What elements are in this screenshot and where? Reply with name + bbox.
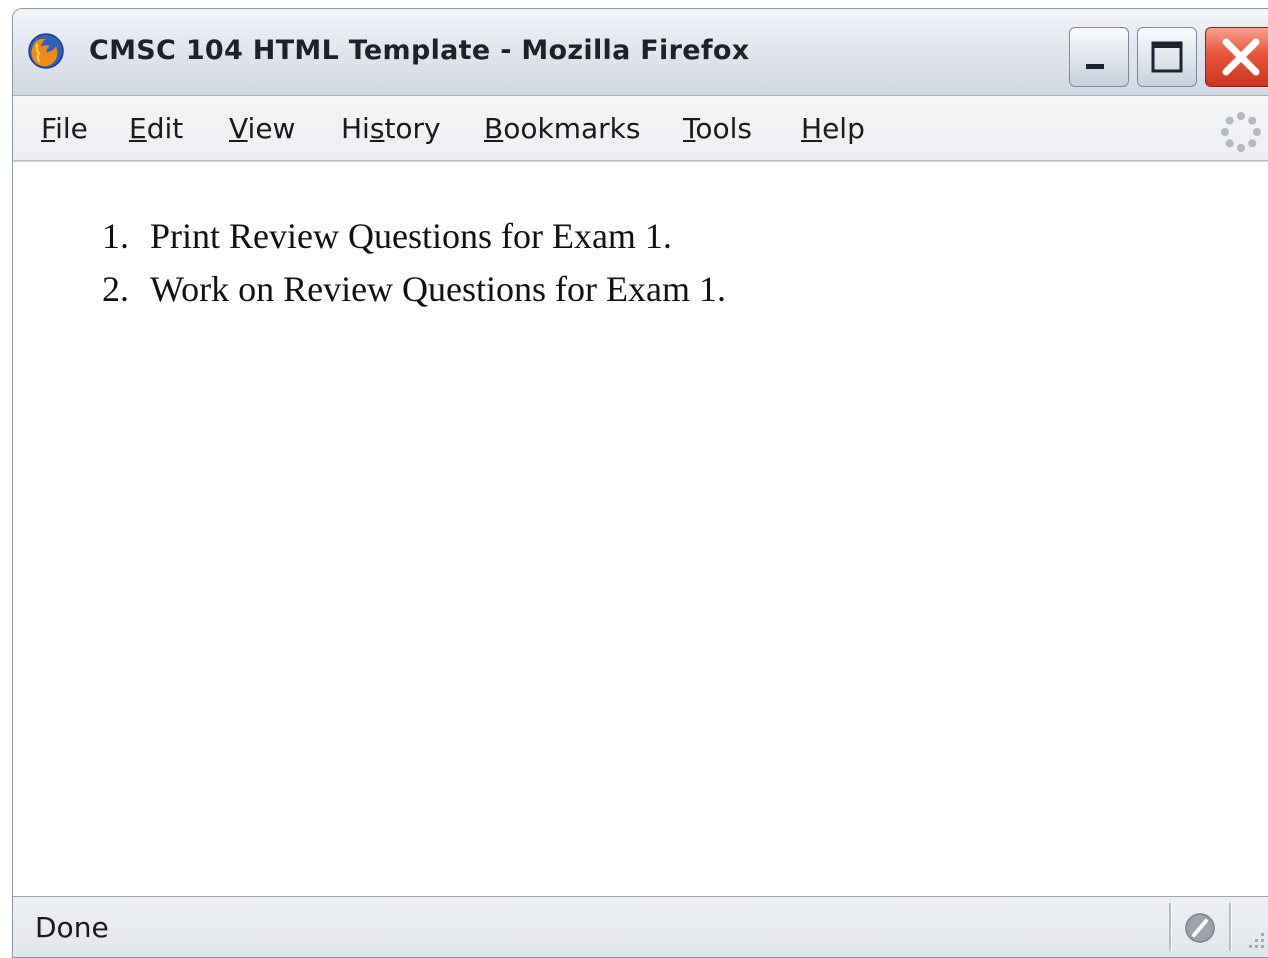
- status-divider: [1169, 903, 1172, 951]
- page-content[interactable]: 1. Print Review Questions for Exam 1. 2.…: [13, 161, 1268, 896]
- minimize-button[interactable]: [1069, 27, 1129, 87]
- menu-edit[interactable]: Edit: [129, 112, 183, 145]
- list-item-number: 1.: [102, 216, 129, 256]
- throbber-icon: [1219, 110, 1263, 154]
- list-item-number: 2.: [102, 269, 129, 309]
- menu-view[interactable]: View: [229, 112, 295, 145]
- status-divider: [1229, 903, 1232, 951]
- list-item-text: Work on Review Questions for Exam 1.: [150, 269, 726, 309]
- maximize-icon: [1151, 41, 1183, 73]
- menu-bar: File Edit View History Bookmarks Tools H…: [13, 96, 1268, 161]
- menu-history[interactable]: History: [341, 112, 441, 145]
- browser-window: CMSC 104 HTML Template - Mozilla Firefox…: [12, 8, 1268, 958]
- menu-help[interactable]: Help: [801, 112, 865, 145]
- title-bar[interactable]: CMSC 104 HTML Template - Mozilla Firefox: [13, 9, 1268, 96]
- firefox-icon[interactable]: [27, 32, 65, 70]
- resize-grip-icon[interactable]: [1245, 929, 1267, 951]
- menu-tools[interactable]: Tools: [683, 112, 752, 145]
- window-title: CMSC 104 HTML Template - Mozilla Firefox: [89, 35, 750, 66]
- minimize-icon: [1086, 64, 1104, 69]
- close-icon: [1222, 38, 1260, 76]
- security-icon[interactable]: [1183, 911, 1217, 945]
- close-button[interactable]: [1205, 27, 1268, 87]
- menu-bookmarks[interactable]: Bookmarks: [484, 112, 640, 145]
- menu-file[interactable]: File: [41, 112, 88, 145]
- maximize-button[interactable]: [1137, 27, 1197, 87]
- status-bar: Done: [13, 896, 1268, 957]
- list-item-text: Print Review Questions for Exam 1.: [150, 216, 672, 256]
- status-text: Done: [35, 911, 109, 944]
